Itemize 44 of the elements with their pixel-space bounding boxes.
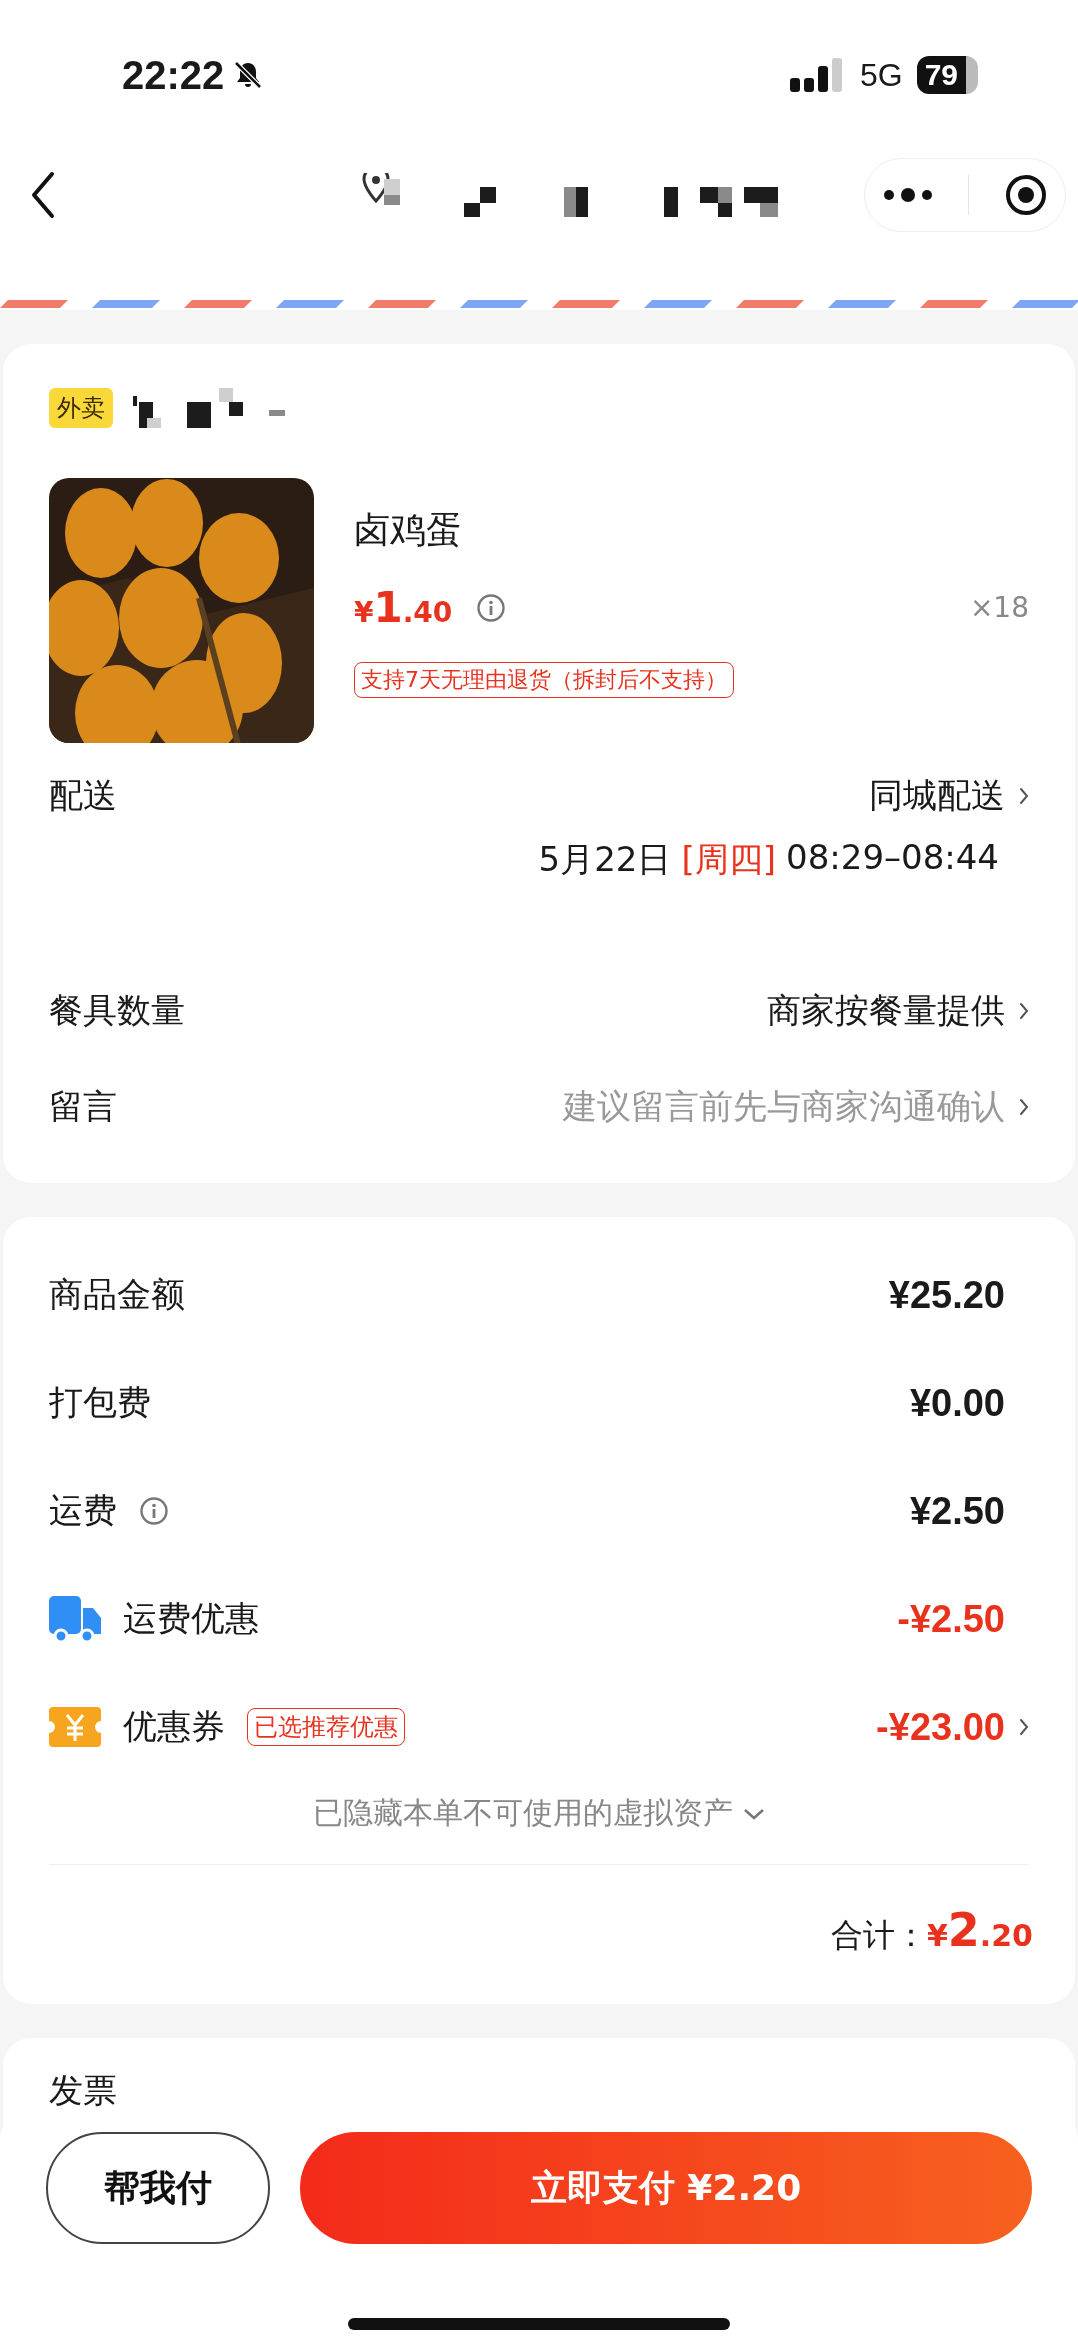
option-label: 餐具数量 xyxy=(49,989,185,1032)
delivery-time: 08:29–08:44 xyxy=(786,837,999,879)
fee-amount: ¥25.20 xyxy=(888,1273,1005,1317)
return-policy-tag: 支持7天无理由退货（拆封后不支持） xyxy=(354,662,734,698)
info-icon[interactable] xyxy=(476,592,507,623)
fee-amount: -¥23.00 xyxy=(876,1705,1005,1749)
fee-amount: ¥2.50 xyxy=(909,1489,1005,1533)
fee-label: 运费优惠 xyxy=(123,1597,259,1640)
invoice-label: 发票 xyxy=(49,2070,117,2110)
chevron-right-icon xyxy=(1019,787,1029,805)
chevron-right-icon xyxy=(1019,1002,1029,1020)
fee-amount: ¥0.00 xyxy=(909,1381,1005,1425)
product-name: 卤鸡蛋 xyxy=(354,508,463,552)
delivery-weekday: [周四] xyxy=(681,838,777,881)
takeout-tag: 外卖 xyxy=(49,388,113,428)
option-value[interactable]: 商家按餐量提供 xyxy=(767,988,1005,1034)
total-label: 合计： xyxy=(830,1915,927,1956)
fee-label: 优惠券 xyxy=(123,1705,225,1748)
battery-level: 79 xyxy=(916,56,978,94)
quantity-label: ×18 xyxy=(969,591,1029,624)
option-label: 留言 xyxy=(49,1085,117,1128)
close-target-icon[interactable] xyxy=(1003,173,1048,217)
chevron-down-icon[interactable] xyxy=(743,1806,765,1821)
fee-label: 商品金额 xyxy=(49,1273,185,1316)
truck-icon xyxy=(49,1594,101,1644)
fee-label: 打包费 xyxy=(49,1381,151,1424)
network-label: 5G xyxy=(859,56,903,94)
unit-price: ¥1.40 xyxy=(354,583,453,632)
delivery-date: 5月22日 xyxy=(538,838,672,881)
coupon-badge: 已选推荐优惠 xyxy=(247,1708,405,1746)
delivery-method[interactable]: 同城配送 xyxy=(869,773,1005,819)
clock-time: 22:22 xyxy=(122,52,225,98)
coupon-icon xyxy=(49,1707,101,1747)
chevron-right-icon xyxy=(1019,1718,1029,1736)
fee-label: 运费 xyxy=(49,1489,117,1532)
fee-amount: -¥2.50 xyxy=(897,1597,1005,1641)
more-icon[interactable] xyxy=(882,187,933,203)
pay-now-button[interactable]: 立即支付 ¥2.20 xyxy=(300,2132,1032,2244)
hidden-assets-note[interactable]: 已隐藏本单不可使用的虚拟资产 xyxy=(313,1793,733,1834)
ask-friend-pay-button[interactable]: 帮我付 xyxy=(46,2132,270,2244)
total-amount: ¥2.20 xyxy=(926,1903,1033,1957)
chevron-right-icon xyxy=(1019,1098,1029,1116)
delivery-label: 配送 xyxy=(49,774,117,817)
info-icon[interactable] xyxy=(139,1496,169,1526)
